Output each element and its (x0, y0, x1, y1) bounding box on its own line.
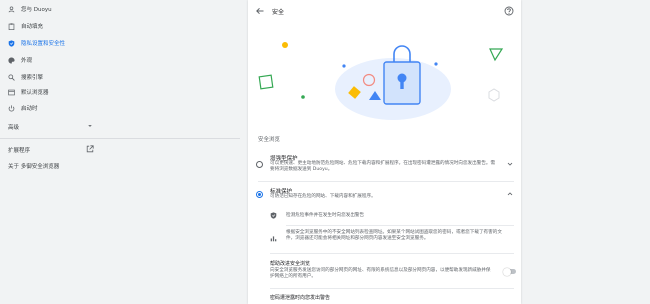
extensions-link[interactable]: 扩展程序 (8, 144, 94, 155)
toggle-divider (270, 288, 514, 289)
sidebar-item-label: 您与 Duoyu (21, 7, 52, 13)
sidebar-item-label: 默认浏览器 (21, 90, 49, 96)
shield-check-icon (270, 212, 277, 219)
advanced-toggle[interactable]: 高级 (8, 122, 93, 132)
palette-icon (8, 56, 15, 64)
settings-panel: 安全 安全浏览 增强型保护 可以更快速、更主动地防范危险网站、危险下载内容和扩展… (248, 0, 521, 304)
option-divider (258, 181, 514, 182)
caret-down-icon (87, 123, 93, 131)
radio-standard[interactable] (256, 191, 263, 198)
about-label: 关于 多御安全浏览器 (8, 164, 60, 170)
option-description: 可以更快速、更主动地防范危险网站、危险下载内容和扩展程序。在出现密码遭泄露的情况… (270, 161, 496, 172)
detail-text: 根据安全浏览服务中的不安全网站列表检查网址。如果某个网站试图盗取您的密码，或者您… (286, 230, 502, 241)
detail-divider (286, 225, 514, 226)
open-in-new-icon (86, 144, 94, 155)
about-link[interactable]: 关于 多御安全浏览器 (8, 161, 59, 171)
password-leak-warning-label: 密码遭泄露时向您发出警告 (270, 295, 331, 301)
sidebar-item-default-browser[interactable]: 默认浏览器 (8, 86, 49, 98)
sidebar-item-privacy-security[interactable]: 隐私设置和安全性 (8, 37, 65, 49)
sidebar-item-label: 自动填充 (21, 24, 44, 30)
panel-header: 安全 (248, 0, 521, 22)
sidebar-item-autofill[interactable]: 自动填充 (8, 20, 43, 32)
help-icon[interactable] (504, 6, 514, 16)
toggle-title: 帮助改进安全浏览 (270, 261, 311, 267)
detail-divider (270, 253, 514, 254)
sidebar-item-search-engine[interactable]: 搜索引擎 (8, 71, 43, 83)
bar-chart-icon (270, 235, 277, 242)
clipboard-icon (8, 22, 15, 30)
improve-safe-browsing-toggle[interactable] (503, 267, 516, 276)
page-title: 安全 (272, 9, 285, 16)
sidebar-divider (0, 138, 240, 139)
section-label: 安全浏览 (258, 137, 281, 143)
radio-enhanced[interactable] (256, 161, 263, 168)
person-icon (8, 5, 15, 13)
sidebar: 您与 Duoyu 自动填充 隐私设置和安全性 外观 搜索引擎 默认浏览器 启动时… (0, 0, 240, 304)
chevron-down-icon[interactable] (506, 160, 514, 168)
browser-icon (8, 89, 15, 96)
security-illustration (258, 42, 504, 120)
sidebar-item-label: 外观 (21, 58, 33, 64)
sidebar-item-label: 搜索引擎 (21, 75, 44, 81)
detail-text: 检测危险事件并在发生时向您发出警告 (286, 213, 365, 218)
chevron-up-icon[interactable] (506, 190, 514, 198)
shield-icon (8, 39, 15, 47)
sidebar-item-appearance[interactable]: 外观 (8, 54, 32, 66)
sidebar-item-label: 隐私设置和安全性 (21, 41, 66, 47)
back-arrow-icon[interactable] (255, 6, 265, 16)
sidebar-item-you-and-duoyu[interactable]: 您与 Duoyu (8, 3, 52, 15)
search-icon (8, 73, 15, 81)
advanced-label: 高级 (8, 125, 20, 131)
power-icon (8, 104, 15, 112)
option-description: 可防范已知存在危险的网站、下载内容和扩展程序。 (270, 194, 376, 199)
extensions-label: 扩展程序 (8, 147, 31, 154)
sidebar-item-on-startup[interactable]: 启动时 (8, 102, 38, 114)
sidebar-item-label: 启动时 (21, 106, 38, 112)
toggle-description: 向安全浏览服务发送您访问的部分网页的网址、有限的系统信息以及部分网页内容，以便帮… (270, 268, 491, 279)
